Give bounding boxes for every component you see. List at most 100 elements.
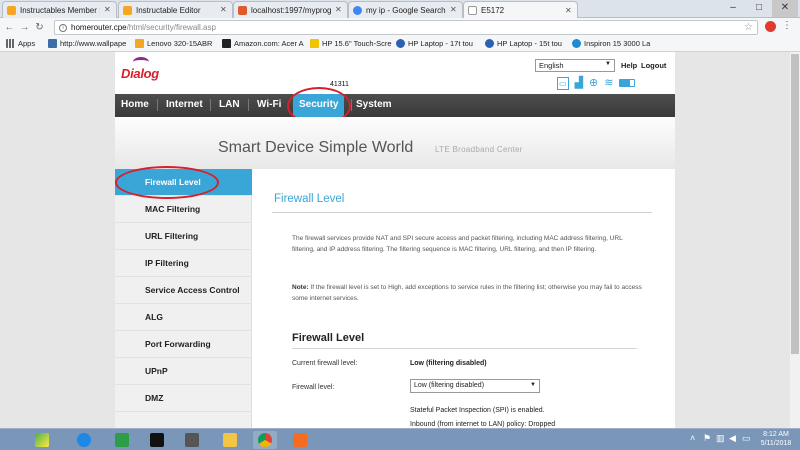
close-icon[interactable]: ✕ [220,6,228,14]
clock-time: 8:12 AM [763,431,789,438]
bookmark-hp-156[interactable]: HP 15.6" Touch-Scre [310,39,392,48]
bookmark-label: Inspiron 15 3000 La [584,39,651,48]
section-divider [292,348,637,349]
taskbar-app-xampp[interactable] [288,431,312,449]
close-icon[interactable]: ✕ [104,6,112,14]
scrollbar-thumb[interactable] [791,54,799,354]
inbound-policy-text: Inbound (from internet to LAN) policy: D… [410,421,556,428]
tab-instructable-editor[interactable]: Instructable Editor ✕ [118,1,233,18]
tab-google-search[interactable]: my ip - Google Search ✕ [348,1,463,18]
url-input[interactable]: i homerouter.cpe/html/security/firewall.… [54,20,758,35]
tab-title: my ip - Google Search [366,5,446,15]
chevron-down-icon: ▼ [530,382,536,388]
tab-title: E5172 [481,6,505,15]
nav-divider [351,99,352,111]
close-icon[interactable]: ✕ [450,6,458,14]
media-icon [185,433,199,447]
tab-title: Instructable Editor [136,5,201,15]
battery-icon [619,79,636,87]
bookmark-lenovo[interactable]: Lenovo 320-15ABR [135,39,212,48]
banner-subtitle: LTE Broadband Center [435,145,523,154]
tab-title: localhost:1997/myprogre [251,5,331,15]
page-viewport: Dialog English ▼ Help Logout ▭ ▟ ⊕ ≋ 413… [0,52,800,428]
sidebar-item-port-forwarding[interactable]: Port Forwarding [115,331,252,358]
help-link[interactable]: Help [621,61,637,70]
sidebar: Firewall Level MAC Filtering URL Filteri… [115,169,252,428]
sidebar-item-mac-filtering[interactable]: MAC Filtering [115,196,252,223]
nav-lan[interactable]: LAN [219,99,240,110]
nav-home[interactable]: Home [121,99,149,110]
minimize-button[interactable]: – [720,0,746,17]
sidebar-item-service-access-control[interactable]: Service Access Control [115,277,252,304]
clock-date: 5/11/2018 [760,440,792,447]
nav-internet[interactable]: Internet [166,99,203,110]
network-icon[interactable]: ▥ [716,433,725,444]
taskbar-app-bluestacks[interactable] [30,431,54,449]
banner: Smart Device Simple World LTE Broadband … [115,117,675,169]
bookmark-label: HP 15.6" Touch-Scre [322,39,392,48]
sidebar-item-ip-filtering[interactable]: IP Filtering [115,250,252,277]
maximize-button[interactable]: □ [746,0,772,17]
tab-e5172[interactable]: E5172 ✕ [463,1,578,19]
sidebar-item-url-filtering[interactable]: URL Filtering [115,223,252,250]
bluestacks-icon [35,433,49,447]
taskbar-app-chrome[interactable] [253,431,277,449]
opera-icon[interactable] [765,21,776,32]
nav-divider [210,99,211,111]
section-title: Firewall Level [292,332,365,344]
page-scrollbar[interactable] [790,52,800,428]
page-icon [468,6,477,15]
bookmark-label: Apps [18,39,36,48]
bookmark-inspiron[interactable]: Inspiron 15 3000 La [572,39,650,48]
annotation-circle [115,166,219,199]
sidebar-item-dmz[interactable]: DMZ [115,385,252,412]
url-text: homerouter.cpe/html/security/firewall.as… [71,23,216,32]
close-window-button[interactable]: ✕ [772,0,798,17]
dialog-logo: Dialog [121,66,159,81]
firewall-level-select-value: Low (filtering disabled) [414,382,485,389]
bookmark-label: Lenovo 320-15ABR [147,39,213,48]
browser-tab-strip: Instructables Member : A ✕ Instructable … [0,0,800,19]
menu-icon[interactable]: ⋮ [782,20,792,31]
google-icon [353,5,362,15]
bookmark-apps[interactable]: Apps [6,39,35,48]
close-icon[interactable]: ✕ [335,6,343,14]
title-divider [272,212,652,213]
forward-arrow-icon[interactable]: → [17,22,32,33]
star-icon[interactable]: ☆ [744,22,753,33]
page-icon [48,39,57,48]
store-icon [115,433,129,447]
taskbar-app-media[interactable] [180,431,204,449]
language-value: English [539,61,564,70]
action-center-icon[interactable]: ⚑ [703,433,711,444]
chevron-up-icon[interactable]: ˄ [690,433,695,443]
bookmark-hp-15t[interactable]: HP Laptop - 15t tou [485,39,562,48]
xampp-icon [293,433,307,447]
taskbar-app-ie[interactable] [72,431,96,449]
taskbar-app-cmd[interactable] [145,431,169,449]
bookmark-hp-17t[interactable]: HP Laptop - 17t tou [396,39,473,48]
nav-system[interactable]: System [356,99,392,110]
bookmark-amazon[interactable]: Amazon.com: Acer A [222,39,304,48]
firewall-level-select[interactable]: Low (filtering disabled) ▼ [410,379,540,393]
reload-icon[interactable]: ↻ [32,22,47,33]
volume-icon[interactable]: ◀ [729,433,736,444]
sidebar-item-upnp[interactable]: UPnP [115,358,252,385]
bookmark-wallpaper[interactable]: http://www.wallpape [48,39,126,48]
info-icon[interactable]: i [59,24,67,32]
sidebar-item-alg[interactable]: ALG [115,304,252,331]
logout-link[interactable]: Logout [641,61,666,70]
tab-localhost[interactable]: localhost:1997/myprogre ✕ [233,1,348,18]
taskbar-app-explorer[interactable] [218,431,242,449]
current-level-label: Current firewall level: [292,360,358,367]
close-icon[interactable]: ✕ [565,6,573,15]
back-arrow-icon[interactable]: ← [2,22,17,33]
tab-instructables-member[interactable]: Instructables Member : A ✕ [2,1,117,18]
keyboard-icon[interactable]: ▭ [742,433,751,444]
clock[interactable]: 8:12 AM 5/11/2018 [756,430,796,448]
bookmark-label: Amazon.com: Acer A [234,39,304,48]
banner-slogan: Smart Device Simple World [218,139,414,156]
language-select[interactable]: English ▼ [535,59,615,72]
taskbar-app-store[interactable] [110,431,134,449]
nav-wifi[interactable]: Wi-Fi [257,99,281,110]
